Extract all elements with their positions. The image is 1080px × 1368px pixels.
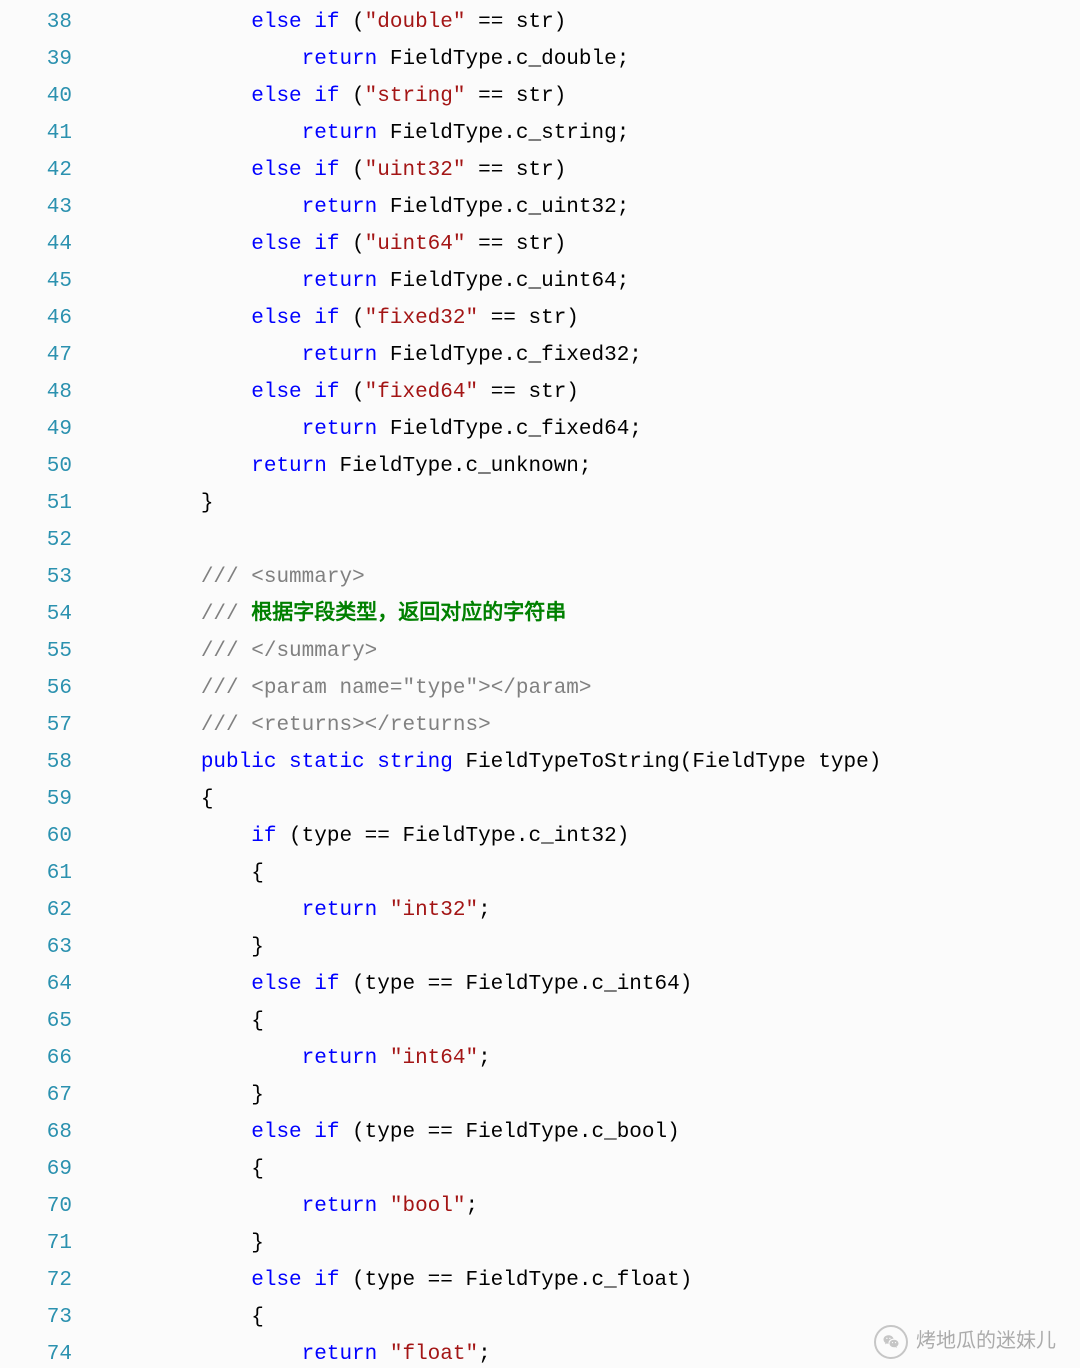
code-line[interactable]: return FieldType.c_fixed64; <box>100 411 1080 448</box>
code-line[interactable]: /// <param name="type"></param> <box>100 670 1080 707</box>
line-number: 56 <box>0 670 72 707</box>
line-number: 70 <box>0 1188 72 1225</box>
line-number: 61 <box>0 855 72 892</box>
line-number: 54 <box>0 596 72 633</box>
line-number: 63 <box>0 929 72 966</box>
code-line[interactable]: return "bool"; <box>100 1188 1080 1225</box>
line-number: 46 <box>0 300 72 337</box>
code-line[interactable]: { <box>100 855 1080 892</box>
code-line[interactable]: /// </summary> <box>100 633 1080 670</box>
code-line[interactable]: else if (type == FieldType.c_bool) <box>100 1114 1080 1151</box>
line-number: 72 <box>0 1262 72 1299</box>
line-number: 73 <box>0 1299 72 1336</box>
code-line[interactable]: return FieldType.c_unknown; <box>100 448 1080 485</box>
line-number: 48 <box>0 374 72 411</box>
code-line[interactable]: return "int32"; <box>100 892 1080 929</box>
watermark-text: 烤地瓜的迷妹儿 <box>916 1323 1056 1360</box>
code-line[interactable]: { <box>100 781 1080 818</box>
code-line[interactable]: public static string FieldTypeToString(F… <box>100 744 1080 781</box>
line-number: 40 <box>0 78 72 115</box>
code-line[interactable]: else if (type == FieldType.c_float) <box>100 1262 1080 1299</box>
line-number: 38 <box>0 4 72 41</box>
line-number: 64 <box>0 966 72 1003</box>
line-number: 60 <box>0 818 72 855</box>
line-number: 66 <box>0 1040 72 1077</box>
line-number: 44 <box>0 226 72 263</box>
watermark: 烤地瓜的迷妹儿 <box>874 1323 1056 1360</box>
line-number: 67 <box>0 1077 72 1114</box>
code-line[interactable]: return FieldType.c_double; <box>100 41 1080 78</box>
code-line[interactable]: /// 根据字段类型，返回对应的字符串 <box>100 596 1080 633</box>
code-area[interactable]: else if ("double" == str) return FieldTy… <box>100 4 1080 1368</box>
code-line[interactable]: /// <summary> <box>100 559 1080 596</box>
code-line[interactable]: return FieldType.c_string; <box>100 115 1080 152</box>
wechat-icon <box>874 1325 908 1359</box>
line-number: 58 <box>0 744 72 781</box>
line-number: 62 <box>0 892 72 929</box>
line-number: 65 <box>0 1003 72 1040</box>
code-line[interactable]: return "int64"; <box>100 1040 1080 1077</box>
line-number: 59 <box>0 781 72 818</box>
line-number: 57 <box>0 707 72 744</box>
code-line[interactable]: else if ("fixed64" == str) <box>100 374 1080 411</box>
line-number: 52 <box>0 522 72 559</box>
line-number: 42 <box>0 152 72 189</box>
code-line[interactable]: { <box>100 1151 1080 1188</box>
line-number: 71 <box>0 1225 72 1262</box>
line-number: 41 <box>0 115 72 152</box>
code-line[interactable]: } <box>100 929 1080 966</box>
line-number: 51 <box>0 485 72 522</box>
line-number: 55 <box>0 633 72 670</box>
code-line[interactable]: else if (type == FieldType.c_int64) <box>100 966 1080 1003</box>
line-number: 50 <box>0 448 72 485</box>
code-line[interactable]: { <box>100 1003 1080 1040</box>
code-line[interactable]: } <box>100 1077 1080 1114</box>
line-number: 43 <box>0 189 72 226</box>
line-number: 47 <box>0 337 72 374</box>
code-line[interactable]: else if ("double" == str) <box>100 4 1080 41</box>
line-number-gutter: 3839404142434445464748495051525354555657… <box>0 4 100 1368</box>
line-number: 74 <box>0 1336 72 1368</box>
code-line[interactable]: else if ("uint32" == str) <box>100 152 1080 189</box>
code-line[interactable]: return FieldType.c_fixed32; <box>100 337 1080 374</box>
code-editor[interactable]: 3839404142434445464748495051525354555657… <box>0 0 1080 1368</box>
code-line[interactable]: else if ("uint64" == str) <box>100 226 1080 263</box>
code-line[interactable]: return FieldType.c_uint32; <box>100 189 1080 226</box>
line-number: 69 <box>0 1151 72 1188</box>
code-line[interactable]: } <box>100 1225 1080 1262</box>
code-line[interactable]: /// <returns></returns> <box>100 707 1080 744</box>
line-number: 49 <box>0 411 72 448</box>
code-line[interactable]: } <box>100 485 1080 522</box>
line-number: 68 <box>0 1114 72 1151</box>
code-line[interactable]: else if ("fixed32" == str) <box>100 300 1080 337</box>
line-number: 45 <box>0 263 72 300</box>
line-number: 39 <box>0 41 72 78</box>
code-line[interactable]: if (type == FieldType.c_int32) <box>100 818 1080 855</box>
line-number: 53 <box>0 559 72 596</box>
code-line[interactable] <box>100 522 1080 559</box>
code-line[interactable]: return FieldType.c_uint64; <box>100 263 1080 300</box>
code-line[interactable]: else if ("string" == str) <box>100 78 1080 115</box>
